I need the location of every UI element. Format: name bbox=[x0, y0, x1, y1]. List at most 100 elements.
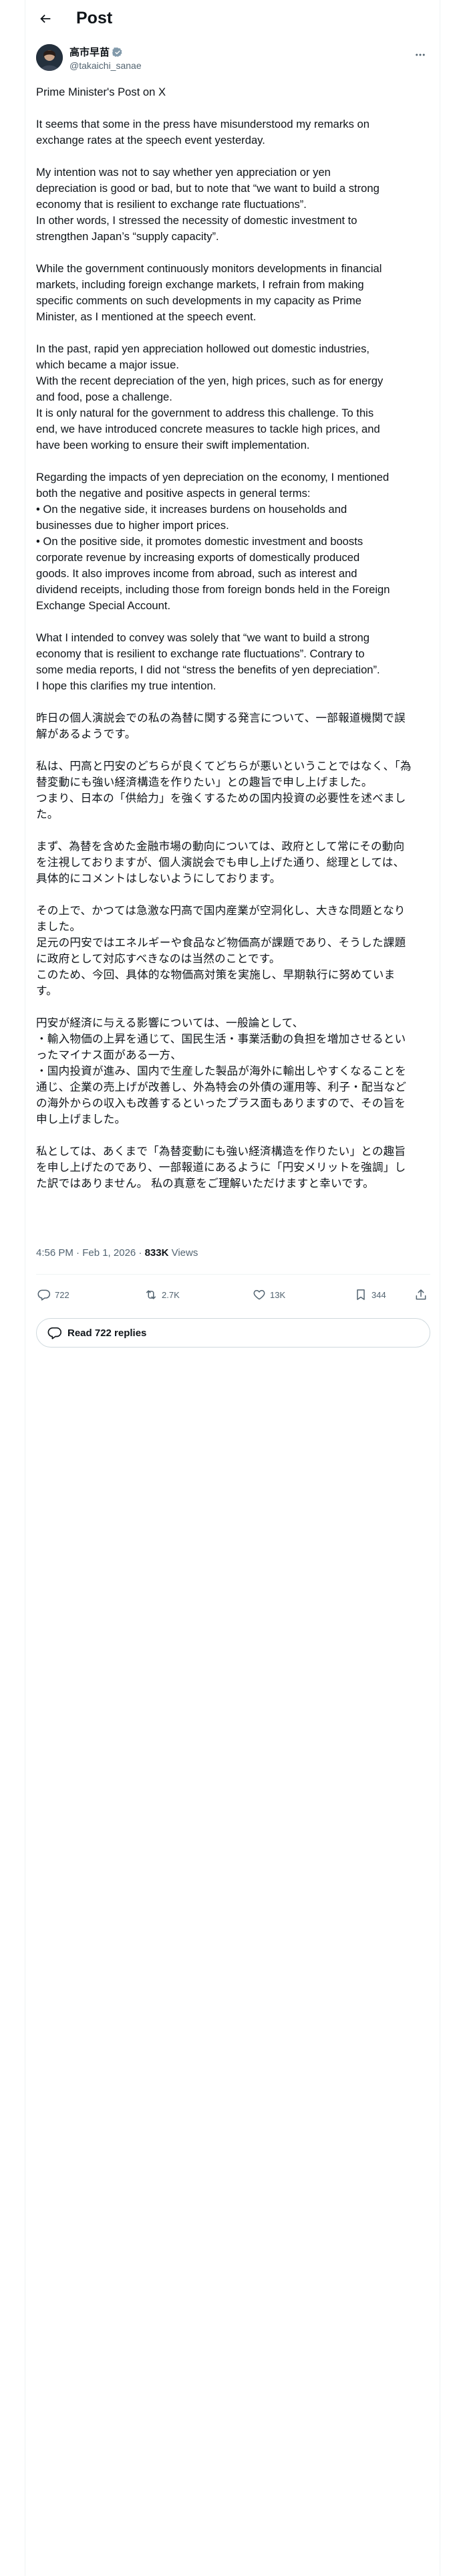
post-text-line: を注視しておりますが、個人演説会でも申し上げた通り、総理としては、 bbox=[36, 856, 405, 869]
verified-badge-icon bbox=[112, 47, 122, 57]
post-text-line: In the past, rapid yen appreciation holl… bbox=[36, 342, 370, 355]
post-text-line bbox=[36, 614, 434, 630]
post-metadata: 4:56 PM · Feb 1, 2026 · 833K Views bbox=[36, 1247, 198, 1259]
post-text-line: With the recent depreciation of the yen,… bbox=[36, 374, 384, 387]
reply-count: 722 bbox=[55, 1289, 69, 1300]
post-text-line bbox=[36, 453, 434, 469]
post-text-line bbox=[36, 742, 434, 758]
post-text-line: 替変動にも強い経済構造を作りたい」との趣旨で申し上げました。 bbox=[36, 776, 373, 788]
post-text-line: Exchange Special Account. bbox=[36, 599, 171, 612]
post-text-line: 具体的にコメントはしないようにしております。 bbox=[36, 872, 281, 885]
post-text-line: My intention was not to say whether yen … bbox=[36, 166, 331, 179]
post-text-line: 私としては、あくまで「為替変動にも強い経済構造を作りたい」との趣旨 bbox=[36, 1145, 406, 1158]
post-text-line: 解があるようです。 bbox=[36, 728, 136, 740]
post-text-line bbox=[36, 999, 434, 1015]
post-text-line bbox=[36, 887, 434, 903]
read-replies-label: Read 722 replies bbox=[67, 1327, 147, 1339]
post-text-line: goods. It also improves income from abro… bbox=[36, 567, 357, 580]
post-text-line: Minister, as I mentioned at the speech e… bbox=[36, 310, 257, 323]
reply-button[interactable]: 722 bbox=[37, 1285, 69, 1305]
post-text-line: 通じ、企業の売上げが改善し、外為特会の外債の運用等、利子・配当など bbox=[36, 1081, 407, 1093]
avatar-image-icon bbox=[36, 44, 63, 71]
page-title: Post bbox=[76, 9, 113, 27]
post-text-line: businesses due to higher import prices. bbox=[36, 519, 229, 532]
post-text-line: このため、今回、具体的な物価高対策を実施し、早期執行に努めていま bbox=[36, 968, 396, 981]
views-count: 833K bbox=[144, 1247, 169, 1259]
like-count: 13K bbox=[270, 1289, 286, 1300]
post-text-line: markets, including foreign exchange mark… bbox=[36, 278, 364, 291]
post-text-line: • On the positive side, it promotes dome… bbox=[36, 535, 363, 548]
main-column: Post 高市早苗 @takaichi_sanae Prime Minister… bbox=[25, 0, 440, 2576]
post-text-line: economy that is resilient to exchange ra… bbox=[36, 198, 307, 211]
author-display-name[interactable]: 高市早苗 bbox=[69, 45, 110, 59]
post-text-line: Regarding the impacts of yen depreciatio… bbox=[36, 471, 390, 484]
more-options-button[interactable] bbox=[412, 48, 429, 62]
post-text-line: end, we have introduced concrete measure… bbox=[36, 423, 380, 435]
post-text-line bbox=[36, 1128, 434, 1144]
back-button[interactable] bbox=[35, 8, 56, 29]
post-text-line: ったマイナス面がある一方、 bbox=[36, 1049, 182, 1061]
post-text-line: It is only natural for the government to… bbox=[36, 407, 374, 419]
top-bar: Post bbox=[25, 0, 440, 37]
post-text-line: 申し上げました。 bbox=[36, 1113, 126, 1125]
post-text-line: some media reports, I did not “stress th… bbox=[36, 663, 380, 676]
post-text-line: economy that is resilient to exchange ra… bbox=[36, 647, 365, 660]
like-button[interactable]: 13K bbox=[253, 1285, 285, 1305]
post-text-line: While the government continuously monito… bbox=[36, 262, 382, 275]
post-text-line: 足元の円安ではエネルギーや食品など物価高が課題であり、そうした課題 bbox=[36, 936, 406, 949]
views-label: Views bbox=[168, 1247, 198, 1259]
share-button[interactable] bbox=[414, 1285, 428, 1305]
post-text-line: に政府として対応すべきなのは当然のことです。 bbox=[36, 952, 281, 965]
post-author: 高市早苗 @takaichi_sanae bbox=[36, 41, 430, 75]
post-text-line: both the negative and positive aspects i… bbox=[36, 487, 311, 500]
post-text-line: その上で、かつては急激な円高で国内産業が空洞化し、大きな問題となり bbox=[36, 904, 406, 917]
post-text-line: In other words, I stressed the necessity… bbox=[36, 214, 357, 227]
share-icon bbox=[416, 1289, 426, 1300]
post-text-line: • On the negative side, it increases bur… bbox=[36, 503, 347, 516]
repost-button[interactable]: 2.7K bbox=[144, 1285, 180, 1305]
post-text-line: strengthen Japan’s “supply capacity”. bbox=[36, 230, 219, 243]
post-text-line: have been working to ensure their swift … bbox=[36, 439, 310, 451]
heart-icon bbox=[253, 1290, 265, 1300]
post-text-line bbox=[36, 694, 434, 710]
post-timestamp[interactable]: 4:56 PM · Feb 1, 2026 · bbox=[36, 1247, 145, 1259]
post-text-line: の海外からの収入も改善するといったプラス面もありますので、その旨を bbox=[36, 1097, 406, 1109]
post-text-line: depreciation is good or bad, but to note… bbox=[36, 182, 380, 195]
post-text-line: た訳ではありません。 私の真意をご理解いただけますと幸いです。 bbox=[36, 1177, 374, 1190]
author-handle[interactable]: @takaichi_sanae bbox=[69, 60, 142, 71]
post-text-line bbox=[36, 148, 434, 165]
post-text-line: を申し上げたのであり、一部報道にあるように「円安メリットを強調」し bbox=[36, 1161, 406, 1174]
post-text-line: corporate revenue by increasing exports … bbox=[36, 551, 360, 564]
more-horizontal-icon bbox=[416, 53, 425, 56]
post-text-line: ・国内投資が進み、国内で生産した製品が海外に輸出しやすくなることを bbox=[36, 1065, 407, 1077]
divider bbox=[36, 1274, 430, 1275]
post-text-line: ました。 bbox=[36, 920, 82, 933]
post-text-line: まず、為替を含めた金融市場の動向については、政府として常にその動向 bbox=[36, 840, 405, 853]
arrow-left-icon bbox=[40, 14, 51, 23]
post-text-line: ・輸入物価の上昇を通じて、国民生活・事業活動の負担を増加させるとい bbox=[36, 1033, 406, 1045]
post-text-line bbox=[36, 823, 434, 839]
post-text-line: exchange rates at the speech event yeste… bbox=[36, 134, 265, 146]
bookmark-icon bbox=[357, 1289, 365, 1300]
read-replies-button[interactable]: Read 722 replies bbox=[36, 1318, 430, 1348]
post-text-line: 私は、円高と円安のどちらが良くてどちらが悪いということではなく、「為 bbox=[36, 760, 412, 772]
reply-icon bbox=[47, 1327, 61, 1339]
post-text-line bbox=[36, 100, 434, 116]
post-text-line: 円安が経済に与える影響については、一般論として、 bbox=[36, 1016, 304, 1029]
bookmark-button[interactable]: 344 bbox=[354, 1285, 386, 1305]
repost-icon bbox=[146, 1290, 156, 1299]
post-text-line: and food, pose a challenge. bbox=[36, 391, 172, 403]
post-text-line bbox=[36, 245, 434, 261]
post-text-line: す。 bbox=[36, 984, 57, 997]
post-text-line: dividend receipts, including those from … bbox=[36, 583, 390, 596]
post-text-line: I hope this clarifies my true intention. bbox=[36, 679, 216, 692]
post-text-line bbox=[36, 325, 434, 341]
post-text-line: つまり、日本の「供給力」を強くするための国内投資の必要性を述べまし bbox=[36, 792, 406, 804]
action-bar: 722 2.7K 13K 344 bbox=[36, 1285, 430, 1305]
post-text-line: which became a major issue. bbox=[36, 358, 179, 371]
post-text-line: What I intended to convey was solely tha… bbox=[36, 631, 370, 644]
post-text-line: 昨日の個人演説会での私の為替に関する発言について、一部報道機関で誤 bbox=[36, 712, 406, 724]
post-text: Prime Minister's Post on X It seems that … bbox=[36, 84, 434, 1192]
avatar[interactable] bbox=[36, 44, 63, 71]
post-text-line: た。 bbox=[36, 808, 59, 821]
